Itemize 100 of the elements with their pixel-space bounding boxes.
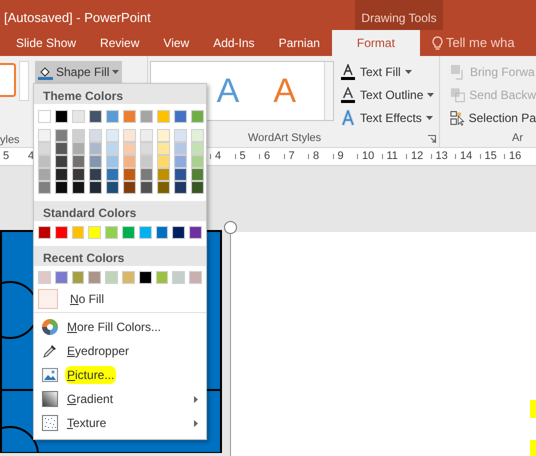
color-swatch[interactable] [123,129,136,142]
color-swatch[interactable] [123,142,136,155]
color-swatch[interactable] [72,155,85,168]
color-swatch[interactable] [88,226,102,239]
color-swatch[interactable] [191,168,204,181]
menu-item[interactable]: Picture... [65,366,116,384]
color-swatch[interactable] [174,155,187,168]
color-swatch[interactable] [106,168,119,181]
color-swatch[interactable] [55,181,68,194]
color-swatch[interactable] [89,168,102,181]
color-swatch[interactable] [106,155,119,168]
color-swatch[interactable] [72,129,85,142]
color-swatch[interactable] [189,226,202,239]
color-swatch[interactable] [88,271,102,284]
gallery-scroll-bar[interactable] [19,61,29,101]
color-swatch[interactable] [157,110,170,123]
color-swatch[interactable] [140,129,153,142]
color-swatch[interactable] [174,142,187,155]
ribbon-tab[interactable]: View [151,30,202,56]
color-swatch[interactable] [106,129,119,142]
color-swatch[interactable] [105,271,118,284]
color-swatch[interactable] [138,271,152,284]
color-swatch[interactable] [174,129,187,142]
color-swatch[interactable] [157,129,170,142]
color-swatch[interactable] [140,110,153,123]
shape-style-thumbnail[interactable] [0,63,16,97]
color-swatch[interactable] [122,271,135,284]
selection-handle[interactable] [224,221,237,234]
color-swatch[interactable] [72,271,84,284]
color-swatch[interactable] [38,129,51,142]
color-swatch[interactable] [54,271,68,284]
color-swatch[interactable] [140,142,153,155]
color-swatch[interactable] [89,110,102,123]
ribbon-tab[interactable]: Review [88,30,152,56]
color-swatch[interactable] [38,271,51,284]
color-swatch[interactable] [189,271,202,284]
color-swatch[interactable] [123,155,136,168]
color-swatch[interactable] [72,168,85,181]
color-swatch[interactable] [123,168,136,181]
menu-item[interactable]: More Fill Colors... [65,318,164,336]
wordart-command[interactable]: Text Effects [340,109,434,126]
color-swatch[interactable] [72,142,85,155]
wordart-command[interactable]: Text Outline [340,86,434,103]
color-swatch[interactable] [123,110,136,123]
color-swatch[interactable] [191,129,204,142]
color-swatch[interactable] [55,142,68,155]
color-swatch[interactable] [191,155,204,168]
color-swatch[interactable] [157,168,170,181]
ribbon-tab[interactable]: Slide Show [4,30,88,56]
color-swatch[interactable] [72,110,85,123]
color-swatch[interactable] [89,142,102,155]
color-swatch[interactable] [140,168,153,181]
color-swatch[interactable] [138,226,152,239]
color-swatch[interactable] [157,181,170,194]
color-swatch[interactable] [122,226,135,239]
menu-item[interactable]: Eyedropper [65,342,132,360]
color-swatch[interactable] [191,181,204,194]
color-swatch[interactable] [191,110,204,123]
color-swatch[interactable] [38,142,51,155]
color-swatch[interactable] [172,226,186,239]
color-swatch[interactable] [89,155,102,168]
color-swatch[interactable] [55,168,68,181]
color-swatch[interactable] [105,226,118,239]
dialog-launcher-icon[interactable] [428,134,436,143]
color-swatch[interactable] [157,142,170,155]
color-swatch[interactable] [174,168,187,181]
color-swatch[interactable] [54,226,68,239]
menu-item[interactable]: Texture [65,414,108,432]
wordart-command[interactable]: Text Fill [340,63,434,80]
ribbon-tab[interactable]: Parnian [266,30,332,56]
color-swatch[interactable] [72,226,84,239]
menu-item[interactable]: No Fill [70,290,104,308]
color-swatch[interactable] [191,142,204,155]
color-swatch[interactable] [174,110,187,123]
color-swatch[interactable] [38,226,51,239]
color-swatch[interactable] [174,181,187,194]
color-swatch[interactable] [89,181,102,194]
color-swatch[interactable] [55,129,68,142]
color-swatch[interactable] [172,271,186,284]
shape-fill-button[interactable]: Shape Fill [35,61,122,83]
color-swatch[interactable] [106,181,119,194]
color-swatch[interactable] [156,271,168,284]
color-swatch[interactable] [72,181,85,194]
color-swatch[interactable] [38,155,51,168]
arrange-command[interactable]: Selection Pa [450,109,536,126]
gallery-scroll-bar[interactable] [324,62,333,120]
color-swatch[interactable] [38,181,51,194]
ribbon-tab[interactable]: Format [332,30,420,56]
color-swatch[interactable] [106,110,119,123]
color-swatch[interactable] [106,142,119,155]
color-swatch[interactable] [89,129,102,142]
color-swatch[interactable] [38,110,51,123]
color-swatch[interactable] [157,155,170,168]
menu-item[interactable]: Gradient [65,390,116,408]
color-swatch[interactable] [38,168,51,181]
tell-me-field[interactable]: Tell me wha [446,33,536,53]
color-swatch[interactable] [140,155,153,168]
color-swatch[interactable] [55,155,68,168]
color-swatch[interactable] [156,226,168,239]
ribbon-tab[interactable]: Add-Ins [201,30,267,56]
